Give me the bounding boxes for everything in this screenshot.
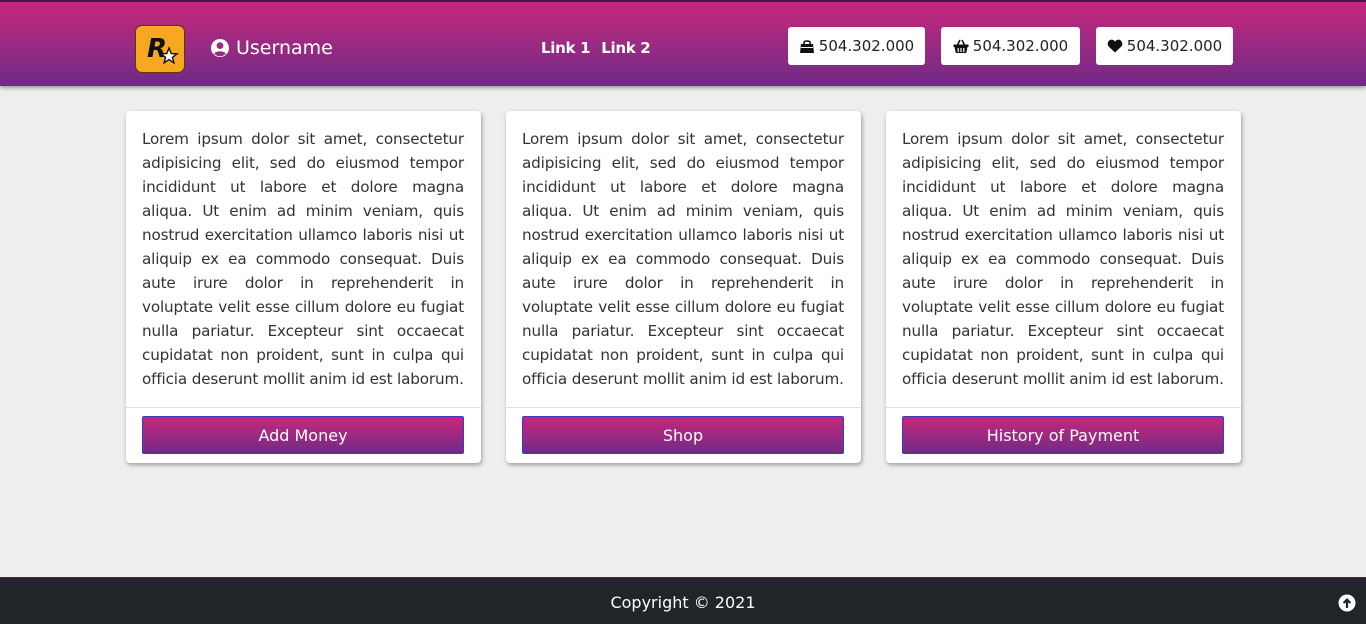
- nav-link-1[interactable]: Link 1: [541, 39, 591, 57]
- card-divider: [506, 407, 861, 408]
- svg-text:R: R: [147, 34, 167, 64]
- scroll-to-top-button[interactable]: [1338, 594, 1356, 612]
- user-profile[interactable]: Username: [210, 35, 333, 61]
- add-money-button[interactable]: Add Money: [142, 416, 464, 454]
- arrow-circle-up-icon: [1338, 594, 1356, 612]
- shopping-bag-icon: [799, 40, 814, 53]
- card-divider: [126, 407, 481, 408]
- card-description: Lorem ipsum dolor sit amet, consectetur …: [142, 130, 464, 388]
- shopping-basket-icon: [953, 39, 969, 53]
- rockstar-logo[interactable]: R: [135, 25, 185, 73]
- main-nav: Link 1 Link 2: [541, 39, 651, 57]
- shop-card: Lorem ipsum dolor sit amet, consectetur …: [506, 111, 861, 463]
- favorites-badge[interactable]: 504.302.000: [1096, 27, 1233, 65]
- balance-badge[interactable]: 504.302.000: [788, 27, 925, 65]
- basket-badge[interactable]: 504.302.000: [941, 27, 1080, 65]
- logo-icon: R: [147, 34, 179, 65]
- card-description: Lorem ipsum dolor sit amet, consectetur …: [522, 130, 844, 388]
- shop-button[interactable]: Shop: [522, 416, 844, 454]
- history-of-payment-button[interactable]: History of Payment: [902, 416, 1224, 454]
- add-money-card: Lorem ipsum dolor sit amet, consectetur …: [126, 111, 481, 463]
- top-navbar: R Username Link 1 Link 2 504.302.000 504…: [0, 0, 1366, 86]
- heart-icon: [1107, 39, 1123, 53]
- card-description: Lorem ipsum dolor sit amet, consectetur …: [902, 130, 1224, 388]
- balance-value: 504.302.000: [818, 37, 915, 55]
- user-circle-icon: [211, 39, 229, 57]
- footer: Copyright © 2021: [0, 577, 1366, 624]
- nav-link-2[interactable]: Link 2: [601, 39, 651, 57]
- copyright-text: Copyright © 2021: [610, 593, 756, 612]
- basket-value: 504.302.000: [972, 37, 1069, 55]
- payment-history-card: Lorem ipsum dolor sit amet, consectetur …: [886, 111, 1241, 463]
- favorites-value: 504.302.000: [1126, 37, 1223, 55]
- card-divider: [886, 407, 1241, 408]
- username-label: Username: [236, 37, 333, 59]
